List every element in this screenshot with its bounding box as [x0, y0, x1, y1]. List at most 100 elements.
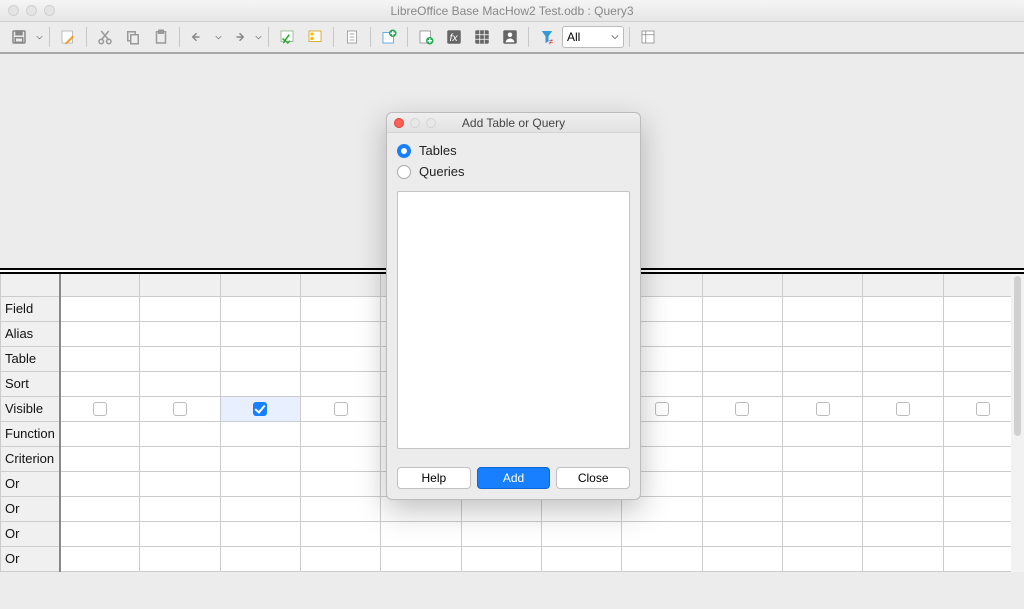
visible-checkbox[interactable]	[253, 402, 267, 416]
grid-cell[interactable]	[782, 446, 862, 471]
grid-cell[interactable]	[863, 371, 943, 396]
limit-select[interactable]: All	[562, 26, 624, 48]
redo-button[interactable]	[225, 24, 251, 50]
row-header[interactable]: Field	[1, 296, 60, 321]
grid-cell[interactable]	[541, 546, 621, 571]
grid-cell[interactable]	[220, 521, 300, 546]
grid-cell[interactable]	[702, 496, 782, 521]
row-header[interactable]: Or	[1, 521, 60, 546]
row-header[interactable]: Visible	[1, 396, 60, 421]
grid-cell[interactable]	[220, 371, 300, 396]
radio-tables[interactable]: Tables	[397, 143, 630, 158]
grid-cell[interactable]	[702, 446, 782, 471]
row-header[interactable]: Function	[1, 421, 60, 446]
grid-cell[interactable]	[300, 471, 380, 496]
copy-button[interactable]	[120, 24, 146, 50]
row-header[interactable]: Alias	[1, 321, 60, 346]
grid-cell[interactable]	[702, 421, 782, 446]
grid-cell[interactable]	[300, 546, 380, 571]
grid-cell[interactable]	[782, 421, 862, 446]
visible-checkbox[interactable]	[896, 402, 910, 416]
grid-cell[interactable]	[220, 496, 300, 521]
grid-cell[interactable]	[702, 396, 782, 421]
grid-cell[interactable]	[702, 346, 782, 371]
query-properties-button[interactable]	[635, 24, 661, 50]
row-header[interactable]: Sort	[1, 371, 60, 396]
grid-cell[interactable]	[782, 521, 862, 546]
row-header[interactable]: Or	[1, 496, 60, 521]
grid-cell[interactable]	[863, 296, 943, 321]
grid-cell[interactable]	[140, 321, 220, 346]
column-header[interactable]	[220, 274, 300, 296]
close-button[interactable]: Close	[556, 467, 630, 489]
edit-button[interactable]	[55, 24, 81, 50]
grid-cell[interactable]	[863, 421, 943, 446]
grid-cell[interactable]	[300, 296, 380, 321]
grid-cell[interactable]	[60, 521, 140, 546]
grid-cell[interactable]	[60, 321, 140, 346]
grid-cell[interactable]	[541, 521, 621, 546]
visible-checkbox[interactable]	[93, 402, 107, 416]
column-header[interactable]	[863, 274, 943, 296]
grid-cell[interactable]	[461, 521, 541, 546]
grid-cell[interactable]	[702, 521, 782, 546]
tables-button[interactable]	[469, 24, 495, 50]
table-listbox[interactable]	[397, 191, 630, 449]
grid-cell[interactable]	[702, 371, 782, 396]
grid-cell[interactable]	[60, 296, 140, 321]
grid-cell[interactable]	[220, 446, 300, 471]
help-button[interactable]: Help	[397, 467, 471, 489]
visible-checkbox[interactable]	[655, 402, 669, 416]
grid-cell[interactable]	[140, 496, 220, 521]
grid-cell[interactable]	[381, 546, 461, 571]
row-header[interactable]: Criterion	[1, 446, 60, 471]
grid-cell[interactable]	[782, 471, 862, 496]
grid-cell[interactable]	[220, 321, 300, 346]
grid-cell[interactable]	[782, 396, 862, 421]
grid-cell[interactable]	[863, 346, 943, 371]
grid-cell[interactable]	[381, 521, 461, 546]
grid-cell[interactable]	[140, 421, 220, 446]
grid-cell[interactable]	[220, 396, 300, 421]
grid-cell[interactable]	[140, 371, 220, 396]
grid-cell[interactable]	[140, 396, 220, 421]
clear-query-button[interactable]	[302, 24, 328, 50]
functions-button[interactable]: fx	[441, 24, 467, 50]
vertical-scrollbar[interactable]	[1011, 274, 1024, 572]
visible-checkbox[interactable]	[735, 402, 749, 416]
cut-button[interactable]	[92, 24, 118, 50]
grid-cell[interactable]	[220, 421, 300, 446]
grid-cell[interactable]	[702, 296, 782, 321]
dialog-close-icon[interactable]	[394, 118, 404, 128]
column-header[interactable]	[140, 274, 220, 296]
grid-cell[interactable]	[863, 396, 943, 421]
alias-button[interactable]	[497, 24, 523, 50]
grid-cell[interactable]	[140, 296, 220, 321]
distinct-values-button[interactable]: ≠	[534, 24, 560, 50]
grid-cell[interactable]	[300, 346, 380, 371]
window-close-icon[interactable]	[8, 5, 19, 16]
grid-cell[interactable]	[60, 496, 140, 521]
grid-cell[interactable]	[60, 396, 140, 421]
row-header[interactable]: Or	[1, 546, 60, 571]
grid-cell[interactable]	[140, 446, 220, 471]
undo-button[interactable]	[185, 24, 211, 50]
grid-cell[interactable]	[782, 296, 862, 321]
grid-cell[interactable]	[782, 496, 862, 521]
grid-cell[interactable]	[60, 371, 140, 396]
add-table-button[interactable]	[376, 24, 402, 50]
grid-cell[interactable]	[782, 346, 862, 371]
new-query-button[interactable]	[413, 24, 439, 50]
column-header[interactable]	[702, 274, 782, 296]
grid-cell[interactable]	[702, 471, 782, 496]
grid-cell[interactable]	[300, 321, 380, 346]
grid-cell[interactable]	[300, 421, 380, 446]
column-header[interactable]	[60, 274, 140, 296]
grid-cell[interactable]	[140, 471, 220, 496]
grid-cell[interactable]	[622, 546, 702, 571]
window-minimize-icon[interactable]	[26, 5, 37, 16]
undo-dropdown[interactable]	[213, 24, 223, 50]
grid-cell[interactable]	[300, 496, 380, 521]
row-header[interactable]: Table	[1, 346, 60, 371]
grid-cell[interactable]	[782, 371, 862, 396]
